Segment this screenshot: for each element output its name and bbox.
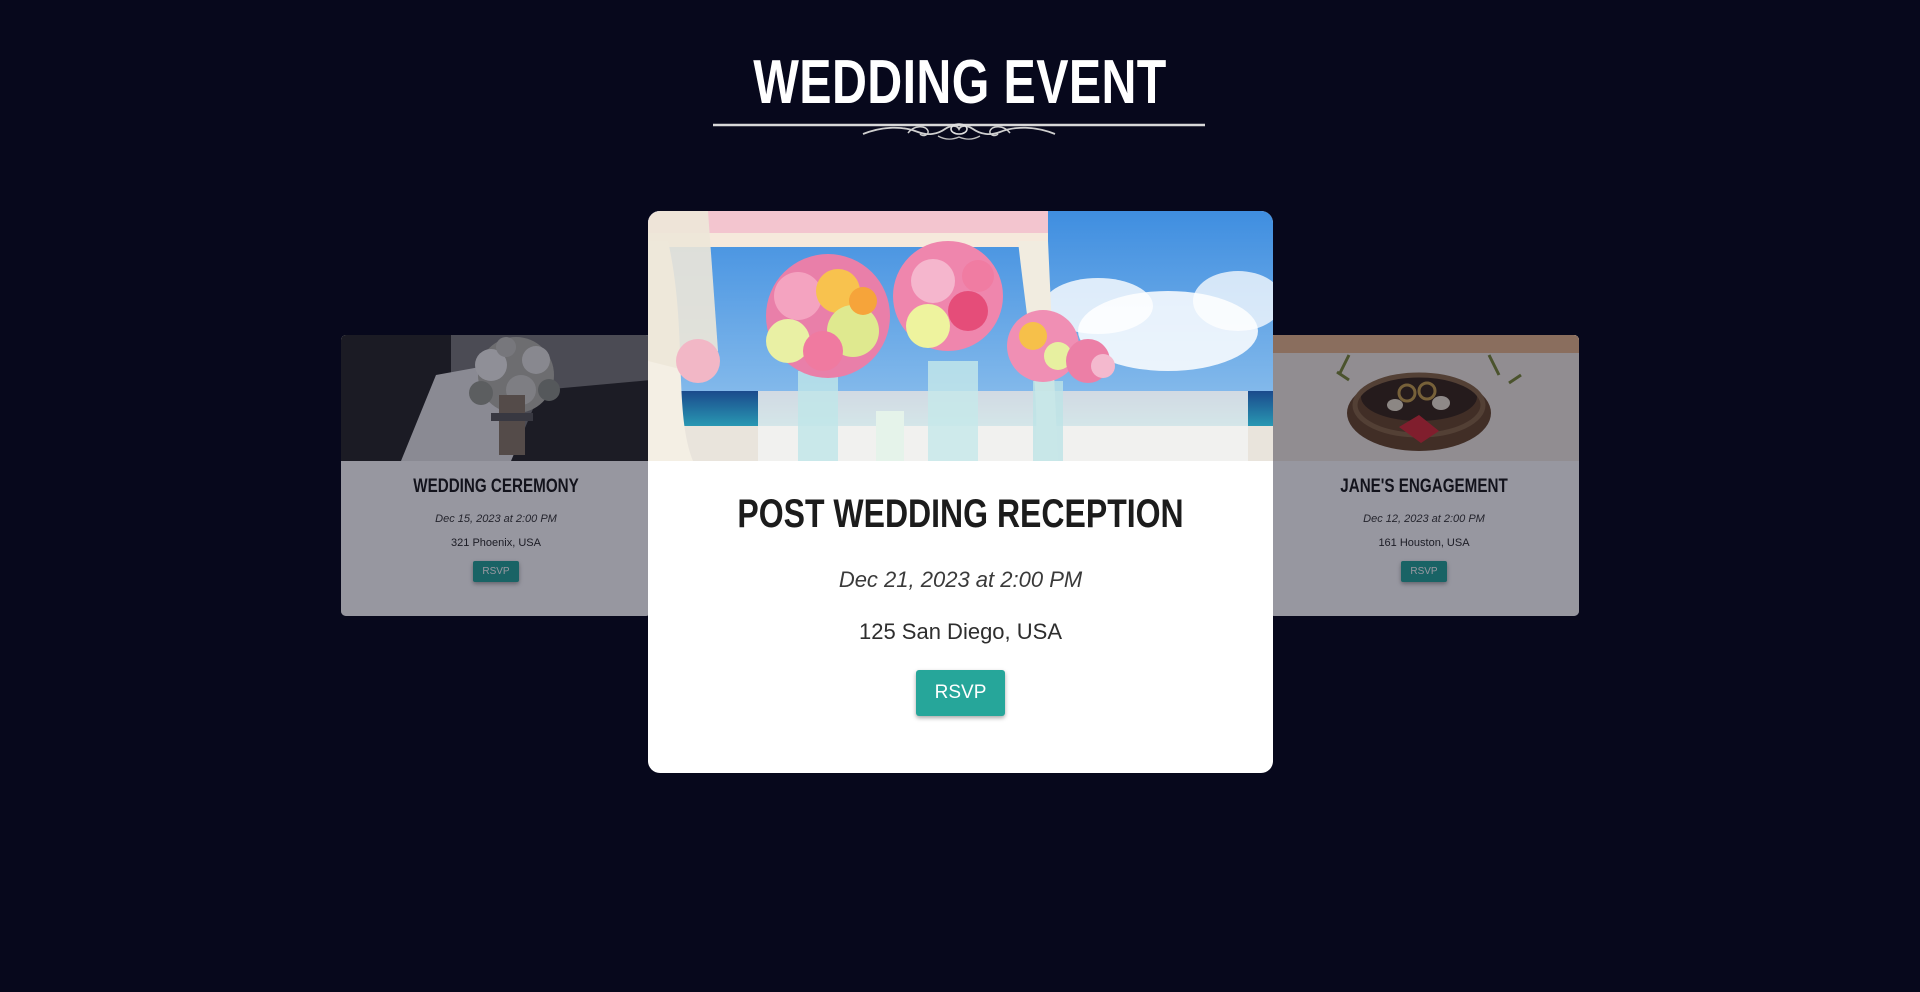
rsvp-button[interactable]: RSVP: [1401, 561, 1447, 582]
event-address: 321 Phoenix, USA: [451, 537, 541, 549]
rsvp-button[interactable]: RSVP: [473, 561, 519, 582]
ornament-divider-icon: [713, 123, 1205, 140]
rings-nest-photo: [1269, 335, 1579, 461]
rsvp-button[interactable]: RSVP: [915, 670, 1006, 716]
event-date: Dec 21, 2023 at 2:00 PM: [838, 567, 1083, 592]
event-card-post-wedding-reception[interactable]: POST WEDDING RECEPTION Dec 21, 2023 at 2…: [648, 211, 1273, 773]
event-date: Dec 12, 2023 at 2:00 PM: [1363, 513, 1485, 525]
event-title: POST WEDDING RECEPTION: [737, 492, 1184, 536]
beach-flowers-photo: [648, 211, 1273, 461]
event-title: JANE'S ENGAGEMENT: [1340, 476, 1508, 497]
page-title: WEDDING EVENT: [753, 48, 1167, 117]
event-card-wedding-ceremony[interactable]: WEDDING CEREMONY Dec 15, 2023 at 2:00 PM…: [341, 335, 651, 616]
bouquet-photo: [341, 335, 651, 461]
event-address: 125 San Diego, USA: [858, 619, 1063, 644]
event-card-janes-engagement[interactable]: JANE'S ENGAGEMENT Dec 12, 2023 at 2:00 P…: [1269, 335, 1579, 616]
event-title: WEDDING CEREMONY: [413, 476, 579, 497]
event-address: 161 Houston, USA: [1378, 537, 1470, 549]
page-header: WEDDING EVENT: [0, 48, 1920, 118]
event-date: Dec 15, 2023 at 2:00 PM: [435, 513, 557, 525]
